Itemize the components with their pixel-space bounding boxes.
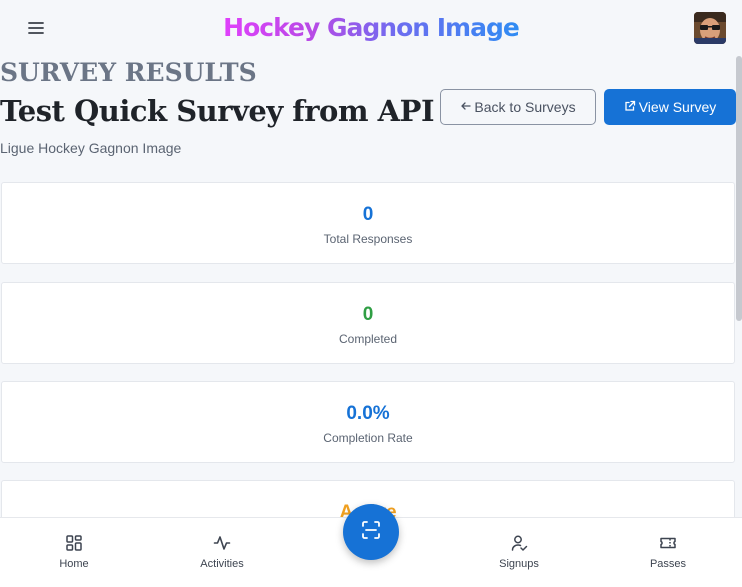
nav-item-passes[interactable]: Passes bbox=[628, 534, 708, 570]
top-bar: Hockey Gagnon Image bbox=[0, 0, 742, 56]
nav-item-signups[interactable]: Signups bbox=[479, 534, 559, 570]
arrow-left-icon bbox=[460, 99, 472, 115]
back-to-surveys-label: Back to Surveys bbox=[474, 99, 576, 115]
nav-label-activities: Activities bbox=[200, 558, 244, 570]
nav-label-signups: Signups bbox=[499, 558, 539, 570]
stat-label: Completion Rate bbox=[323, 431, 413, 445]
nav-label-passes: Passes bbox=[649, 558, 687, 570]
nav-item-activities[interactable]: Activities bbox=[182, 534, 262, 570]
scan-icon bbox=[361, 520, 381, 545]
stat-card-completed: 0 Completed bbox=[1, 282, 735, 364]
page-scrollbar[interactable] bbox=[736, 56, 742, 321]
app-logo[interactable]: Hockey Gagnon Image bbox=[0, 12, 742, 44]
stat-card-total-responses: 0 Total Responses bbox=[1, 182, 735, 264]
stat-card-completion-rate: 0.0% Completion Rate bbox=[1, 381, 735, 463]
view-survey-label: View Survey bbox=[638, 99, 717, 115]
dashboard-icon bbox=[34, 534, 114, 552]
user-check-icon bbox=[479, 534, 559, 552]
stat-label: Completed bbox=[338, 332, 398, 346]
external-link-icon bbox=[624, 99, 636, 115]
activity-icon bbox=[182, 534, 262, 552]
ticket-icon bbox=[628, 534, 708, 552]
stat-value: 0 bbox=[362, 204, 374, 225]
back-to-surveys-button[interactable]: Back to Surveys bbox=[440, 89, 596, 125]
page-title: Test Quick Survey from API bbox=[0, 94, 435, 128]
nav-label-home: Home bbox=[59, 558, 89, 570]
page-subtitle: Ligue Hockey Gagnon Image bbox=[0, 140, 182, 156]
stat-label: Total Responses bbox=[323, 232, 413, 246]
stat-value: 0 bbox=[362, 304, 374, 325]
user-avatar[interactable] bbox=[694, 12, 726, 44]
nav-item-home[interactable]: Home bbox=[34, 534, 114, 570]
stat-value: 0.0% bbox=[346, 403, 390, 424]
view-survey-button[interactable]: View Survey bbox=[604, 89, 736, 125]
scan-button[interactable] bbox=[343, 504, 399, 560]
page-eyebrow: SURVEY RESULTS bbox=[0, 58, 257, 87]
